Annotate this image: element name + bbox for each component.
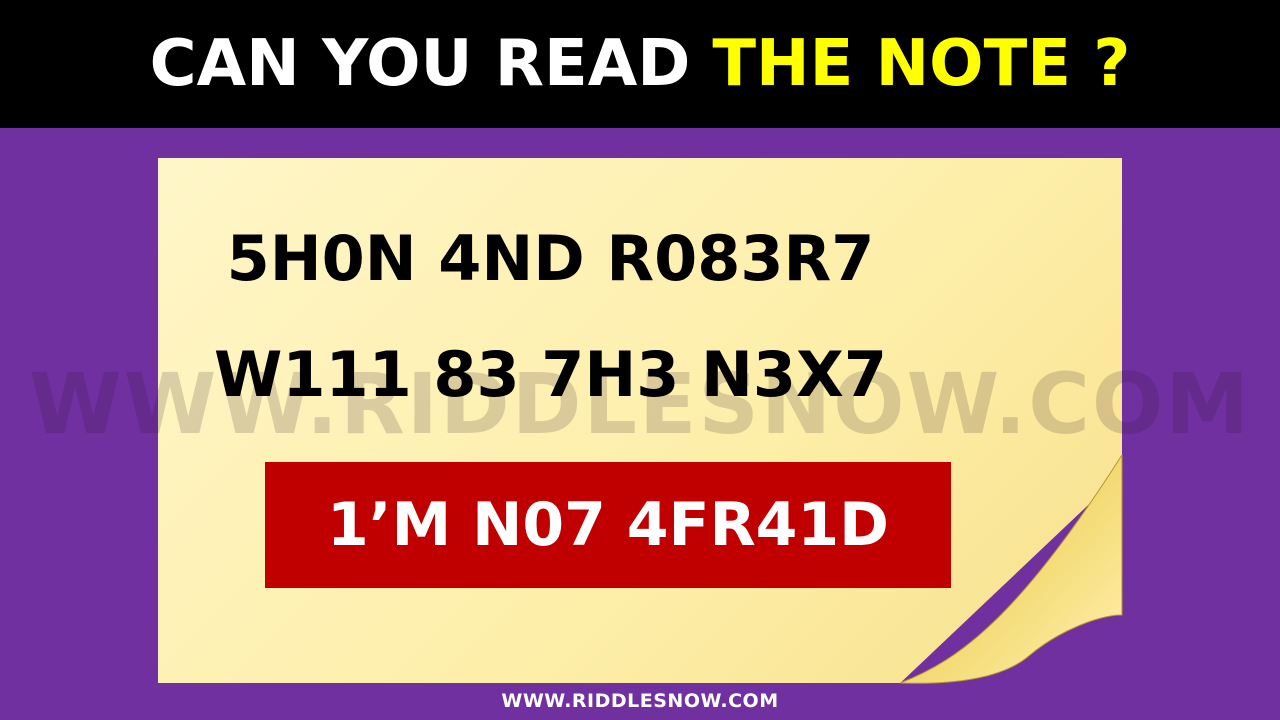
note-line-1: 5H0N 4ND R083R7 bbox=[226, 222, 875, 295]
header-bar: CAN YOU READ THE NOTE ? bbox=[0, 0, 1280, 128]
footer-url: WWW.RIDDLESNOW.COM bbox=[501, 690, 779, 712]
title-part-white: CAN YOU READ bbox=[149, 27, 691, 101]
highlight-banner: 1’M N07 4FR41D bbox=[265, 462, 951, 588]
note-line-2: W111 83 7H3 N3X7 bbox=[214, 338, 887, 411]
highlight-text: 1’M N07 4FR41D bbox=[327, 490, 889, 560]
title-part-yellow: THE NOTE ? bbox=[712, 27, 1131, 101]
